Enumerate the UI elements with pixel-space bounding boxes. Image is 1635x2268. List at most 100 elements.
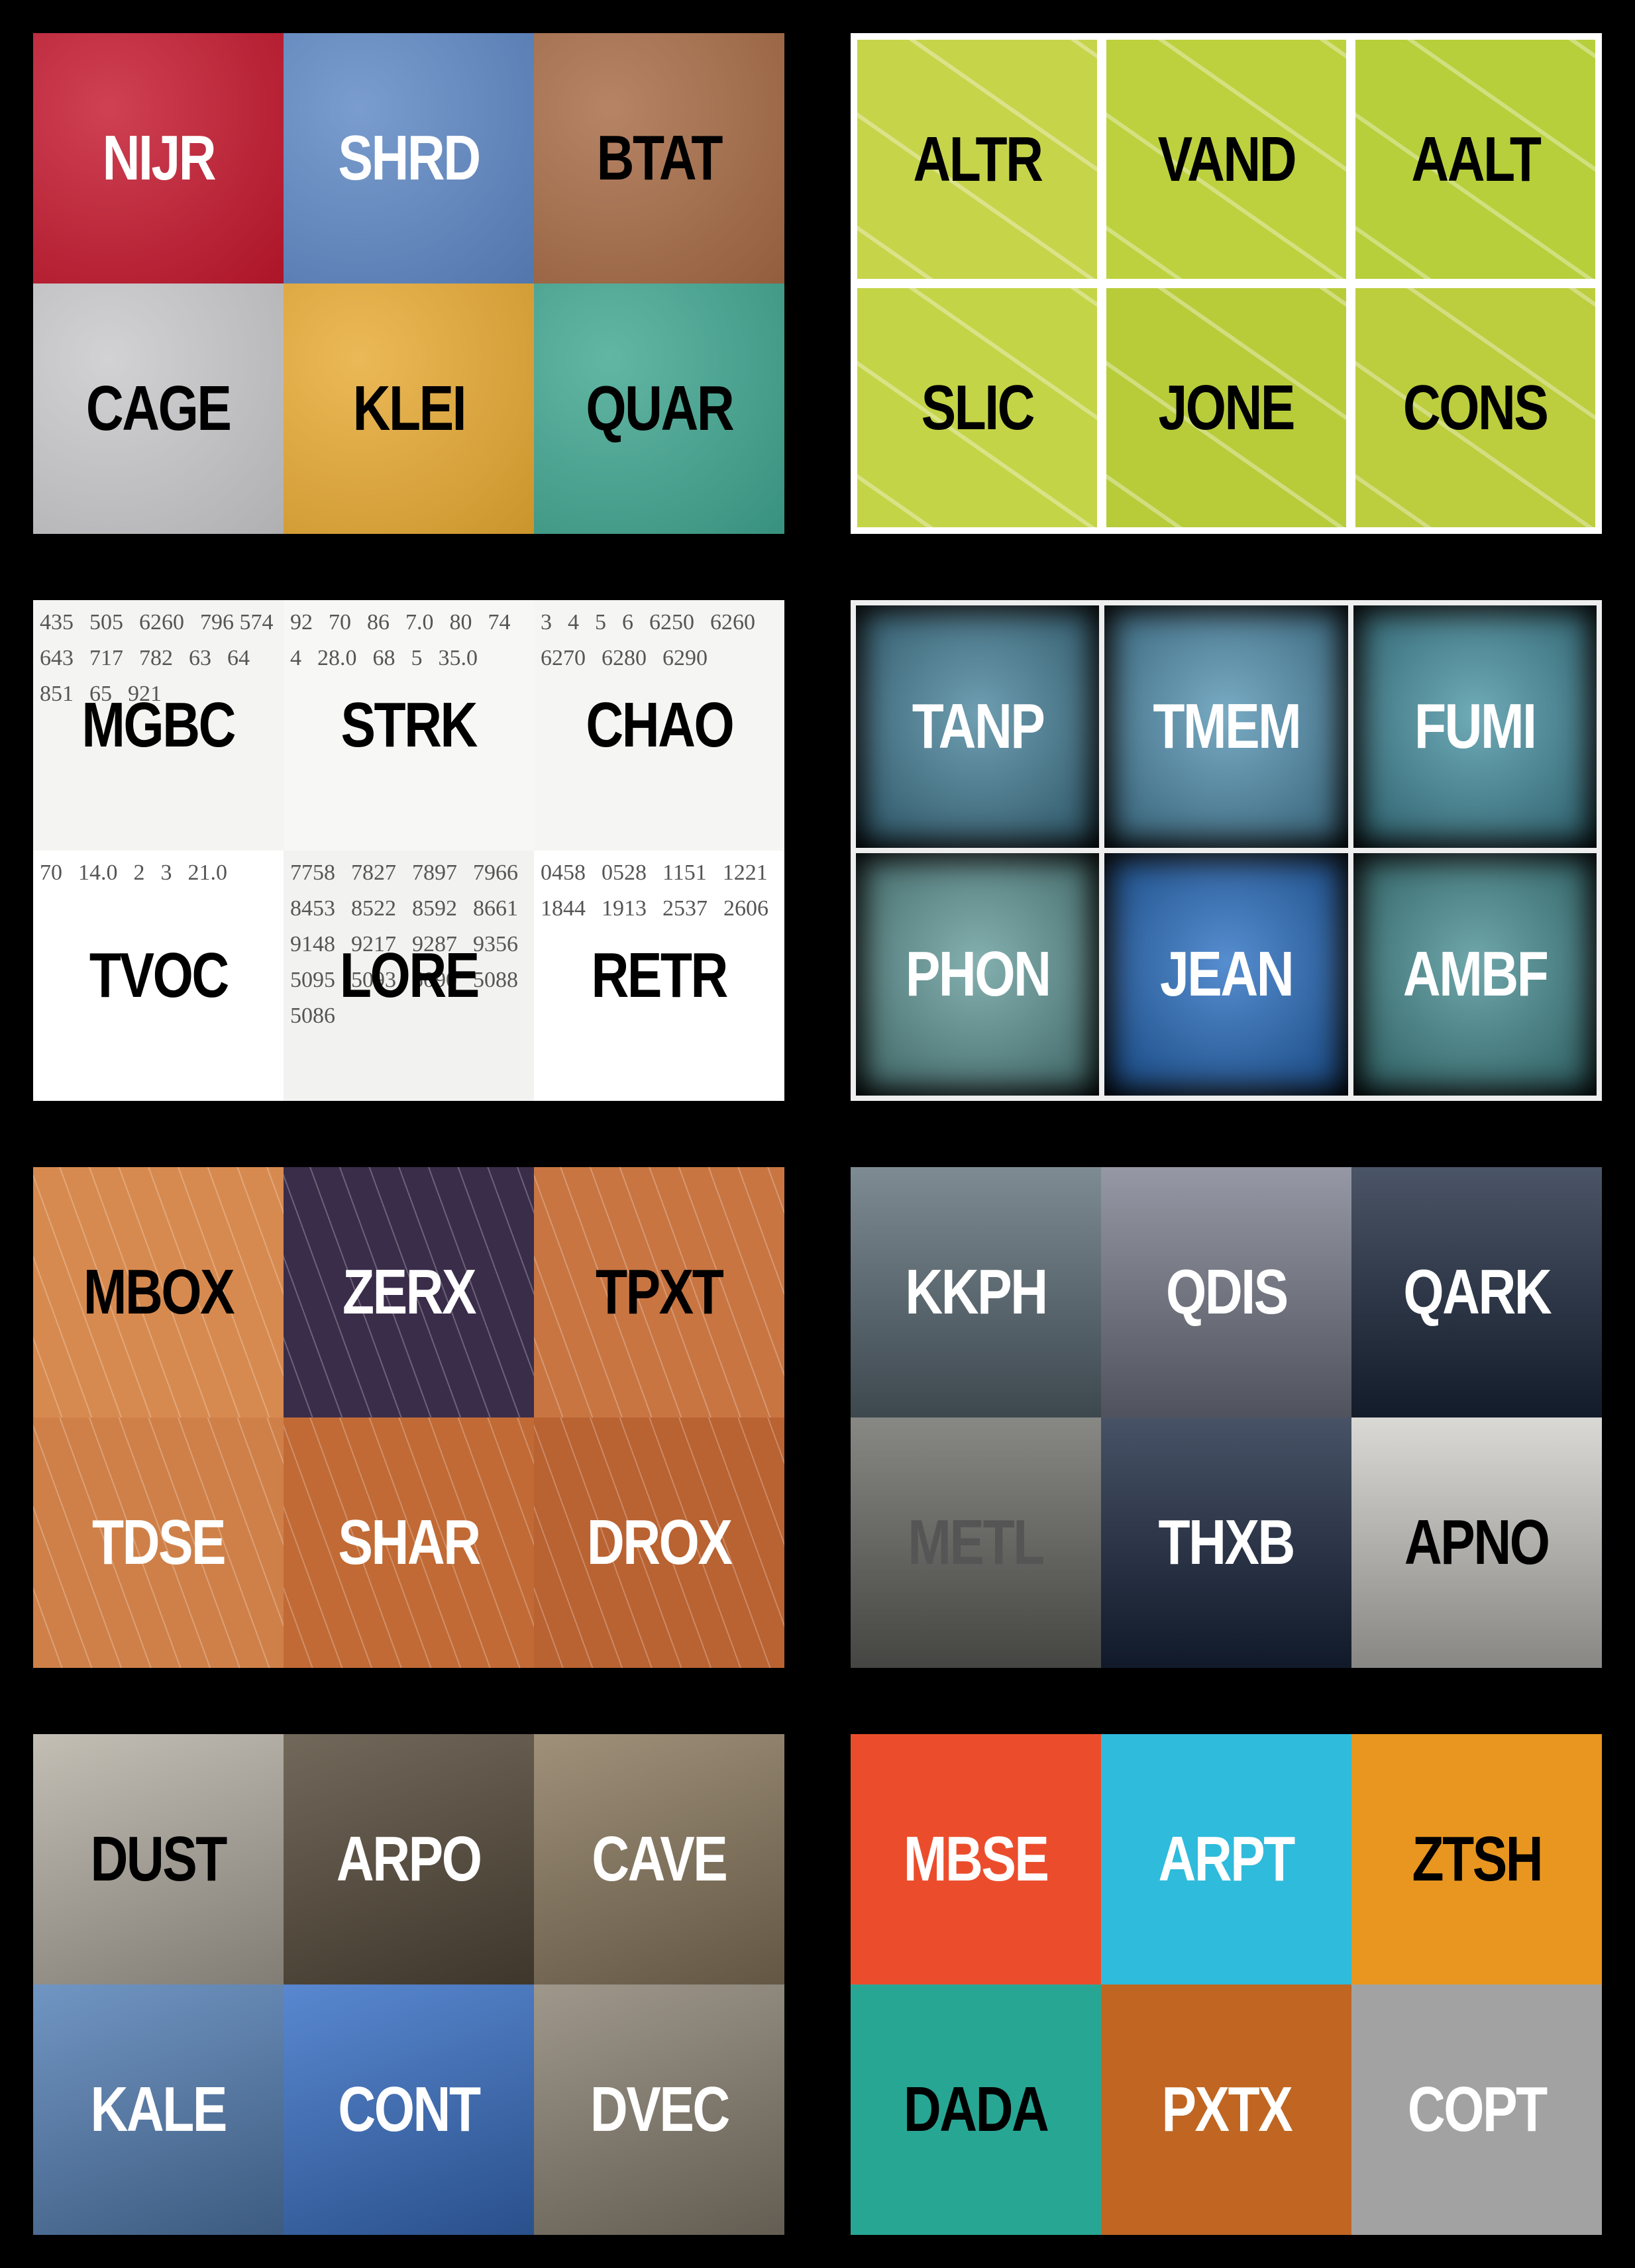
tile-nijr[interactable]: NIJR [33, 33, 284, 284]
digit-text: 7897 [412, 860, 457, 885]
tile-copt[interactable]: COPT [1351, 1984, 1602, 2235]
tile-kale[interactable]: KALE [33, 1984, 284, 2235]
tile-lore[interactable]: 7758 7827 7897 7966 8453 8522 8592 8661 9148 9217… [284, 850, 534, 1101]
tile-label: ZERX [342, 1257, 477, 1327]
tile-label: CAVE [592, 1824, 727, 1894]
tile-label: ARPT [1158, 1824, 1296, 1894]
tile-label: LORE [339, 940, 480, 1011]
tile-qark[interactable]: QARK [1351, 1167, 1602, 1418]
digit-text: 6290 [662, 646, 708, 670]
digit-text: 5095 [290, 968, 335, 992]
tile-mbse[interactable]: MBSE [851, 1734, 1101, 1984]
tile-btat[interactable]: BTAT [534, 33, 784, 284]
digit-text: 0458 [541, 860, 586, 885]
tile-cons[interactable]: CONS [1355, 288, 1595, 527]
tile-shar[interactable]: SHAR [284, 1418, 534, 1668]
tile-fumi[interactable]: FUMI [1353, 605, 1597, 848]
tile-arpt[interactable]: ARPT [1101, 1734, 1351, 1984]
tile-ambf[interactable]: AMBF [1353, 853, 1597, 1096]
tile-tdse[interactable]: TDSE [33, 1418, 284, 1668]
tile-mgbc[interactable]: 435 505 6260 796 574 643 717 782 63 64 851 65 921 MG… [33, 600, 284, 850]
tile-altr[interactable]: ALTR [857, 40, 1097, 279]
tile-tanp[interactable]: TANP [856, 605, 1100, 848]
tile-quar[interactable]: QUAR [534, 284, 784, 534]
tile-label: DROX [587, 1507, 733, 1578]
tile-label: TDSE [91, 1507, 227, 1578]
digit-text: 21.0 [187, 860, 228, 885]
digit-text: 435 [40, 610, 74, 635]
tile-dust[interactable]: DUST [33, 1734, 284, 1984]
digit-text: 7827 [351, 860, 396, 885]
tile-cage[interactable]: CAGE [33, 284, 284, 534]
tile-label: FUMI [1414, 691, 1537, 762]
tile-phon[interactable]: PHON [856, 853, 1100, 1096]
tile-label: CONT [338, 2074, 481, 2145]
texture-panel: NIJR SHRD BTAT CAGE KLEI QUAR [33, 33, 784, 534]
tile-label: THXB [1158, 1507, 1296, 1578]
digit-text: 8453 [290, 896, 335, 921]
tile-label: PHON [905, 939, 1051, 1009]
tile-label: KLEI [352, 373, 466, 444]
tile-dada[interactable]: DADA [851, 1984, 1101, 2235]
tile-label: RETR [591, 940, 729, 1011]
tile-apno[interactable]: APNO [1351, 1418, 1602, 1668]
tile-vand[interactable]: VAND [1106, 40, 1346, 279]
digit-text: 5088 [473, 968, 518, 992]
digit-text: 717 [89, 646, 123, 670]
digit-text: 7.0 [405, 610, 434, 635]
tile-qdis[interactable]: QDIS [1101, 1167, 1351, 1418]
digit-text: 6260 [139, 610, 184, 635]
tile-retr[interactable]: 0458 0528 1151 1221 1844 1913 2537 2606 RETR [534, 850, 784, 1101]
digit-text: 70 [40, 860, 62, 885]
tile-label: DVEC [590, 2074, 730, 2145]
tile-label: SLIC [921, 372, 1035, 443]
tile-chao[interactable]: 3 4 5 6 6250 6260 6270 6280 6290 CHAO [534, 600, 784, 850]
digit-text: 4 [568, 610, 579, 635]
digit-text: 6 [622, 610, 633, 635]
tile-thxb[interactable]: THXB [1101, 1418, 1351, 1668]
tile-jone[interactable]: JONE [1106, 288, 1346, 527]
digit-text: 28.0 [317, 646, 357, 670]
digit-text: 6270 [541, 646, 586, 670]
tile-ztsh[interactable]: ZTSH [1351, 1734, 1602, 1984]
tile-arpo[interactable]: ARPO [284, 1734, 534, 1984]
tile-drox[interactable]: DROX [534, 1418, 784, 1668]
digit-text: 5 [595, 610, 606, 635]
tile-tmem[interactable]: TMEM [1104, 605, 1348, 848]
tile-tvoc[interactable]: 70 14.0 2 3 21.0 TVOC [33, 850, 284, 1101]
digit-text: 1221 [722, 860, 768, 885]
tile-jean[interactable]: JEAN [1104, 853, 1348, 1096]
digit-text: 6280 [602, 646, 647, 670]
tile-klei[interactable]: KLEI [284, 284, 534, 534]
tile-zerx[interactable]: ZERX [284, 1167, 534, 1418]
field-panel: ALTR VAND AALT SLIC JONE CONS [851, 33, 1602, 534]
tile-label: MBOX [83, 1257, 235, 1327]
digit-text: 1913 [602, 896, 647, 921]
digit-text: 74 [488, 610, 511, 635]
digit-text: 9356 [473, 932, 518, 956]
tile-strk[interactable]: 92 70 86 7.0 80 74 4 28.0 68 5 35.0 STRK [284, 600, 534, 850]
tile-cont[interactable]: CONT [284, 1984, 534, 2235]
tile-cave[interactable]: CAVE [534, 1734, 784, 1984]
tile-metl[interactable]: METL [851, 1418, 1101, 1668]
tile-pxtx[interactable]: PXTX [1101, 1984, 1351, 2235]
tile-shrd[interactable]: SHRD [284, 33, 534, 284]
digit-text: 64 [227, 646, 250, 670]
tile-tpxt[interactable]: TPXT [534, 1167, 784, 1418]
tile-label: AMBF [1402, 939, 1549, 1009]
tile-slic[interactable]: SLIC [857, 288, 1097, 527]
tile-aalt[interactable]: AALT [1355, 40, 1595, 279]
digit-text: 9148 [290, 932, 335, 956]
tile-label: COPT [1407, 2074, 1548, 2145]
tile-label: BTAT [596, 123, 723, 193]
tile-label: METL [908, 1507, 1045, 1578]
tile-label: SHRD [338, 123, 481, 193]
tile-kkph[interactable]: KKPH [851, 1167, 1101, 1418]
digit-text: 6250 [649, 610, 694, 635]
tile-mbox[interactable]: MBOX [33, 1167, 284, 1418]
digit-text: 35.0 [438, 646, 478, 670]
digit-text: 7758 [290, 860, 335, 885]
tile-label: MGBC [81, 690, 237, 760]
tile-dvec[interactable]: DVEC [534, 1984, 784, 2235]
tile-label: QUAR [586, 373, 734, 444]
